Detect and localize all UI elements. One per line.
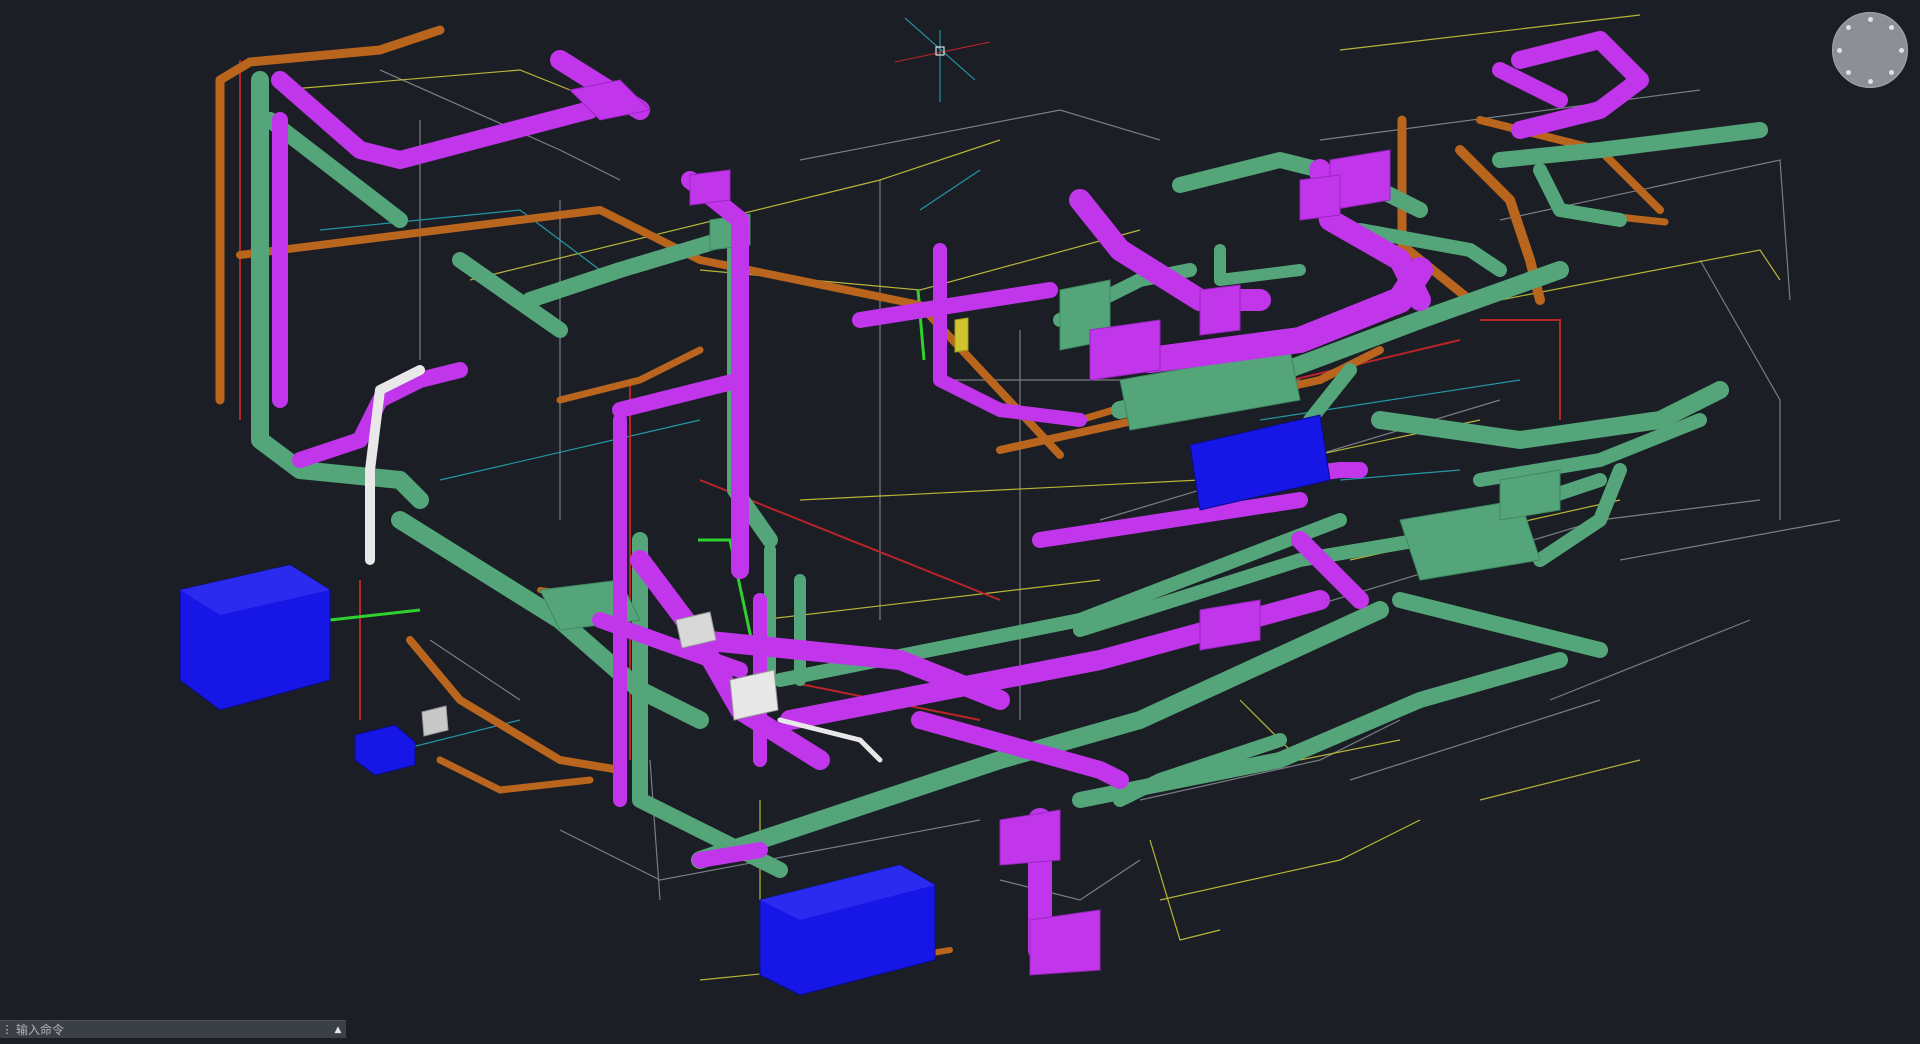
command-line[interactable]: ⋮ ▲ xyxy=(0,1020,346,1038)
chevron-up-icon[interactable]: ▲ xyxy=(330,1021,346,1039)
nav-dot-nw xyxy=(1846,25,1851,30)
nav-dot-se xyxy=(1889,70,1894,75)
nav-dot-e xyxy=(1899,48,1904,53)
magenta-ducts-layer xyxy=(271,31,1649,972)
equipment-box-center xyxy=(1189,414,1331,511)
nav-dot-n xyxy=(1868,17,1873,22)
nav-dot-w xyxy=(1837,48,1842,53)
model-3d-view[interactable] xyxy=(0,0,1920,1044)
grip-icon[interactable]: ⋮ xyxy=(0,1021,13,1039)
nav-dot-ne xyxy=(1889,25,1894,30)
nav-dot-s xyxy=(1868,79,1873,84)
nav-dot-sw xyxy=(1846,70,1851,75)
navigation-wheel-icon[interactable] xyxy=(1832,12,1908,88)
ucs-crosshair-icon xyxy=(894,17,991,102)
grey-equipment xyxy=(421,317,969,737)
model-viewport[interactable]: ⋮ ▲ xyxy=(0,0,1920,1044)
orange-pipes-layer xyxy=(215,25,1669,963)
magenta-duct-fittings xyxy=(568,79,1391,976)
command-input[interactable] xyxy=(12,1021,330,1038)
equipment-box-small xyxy=(354,724,416,776)
